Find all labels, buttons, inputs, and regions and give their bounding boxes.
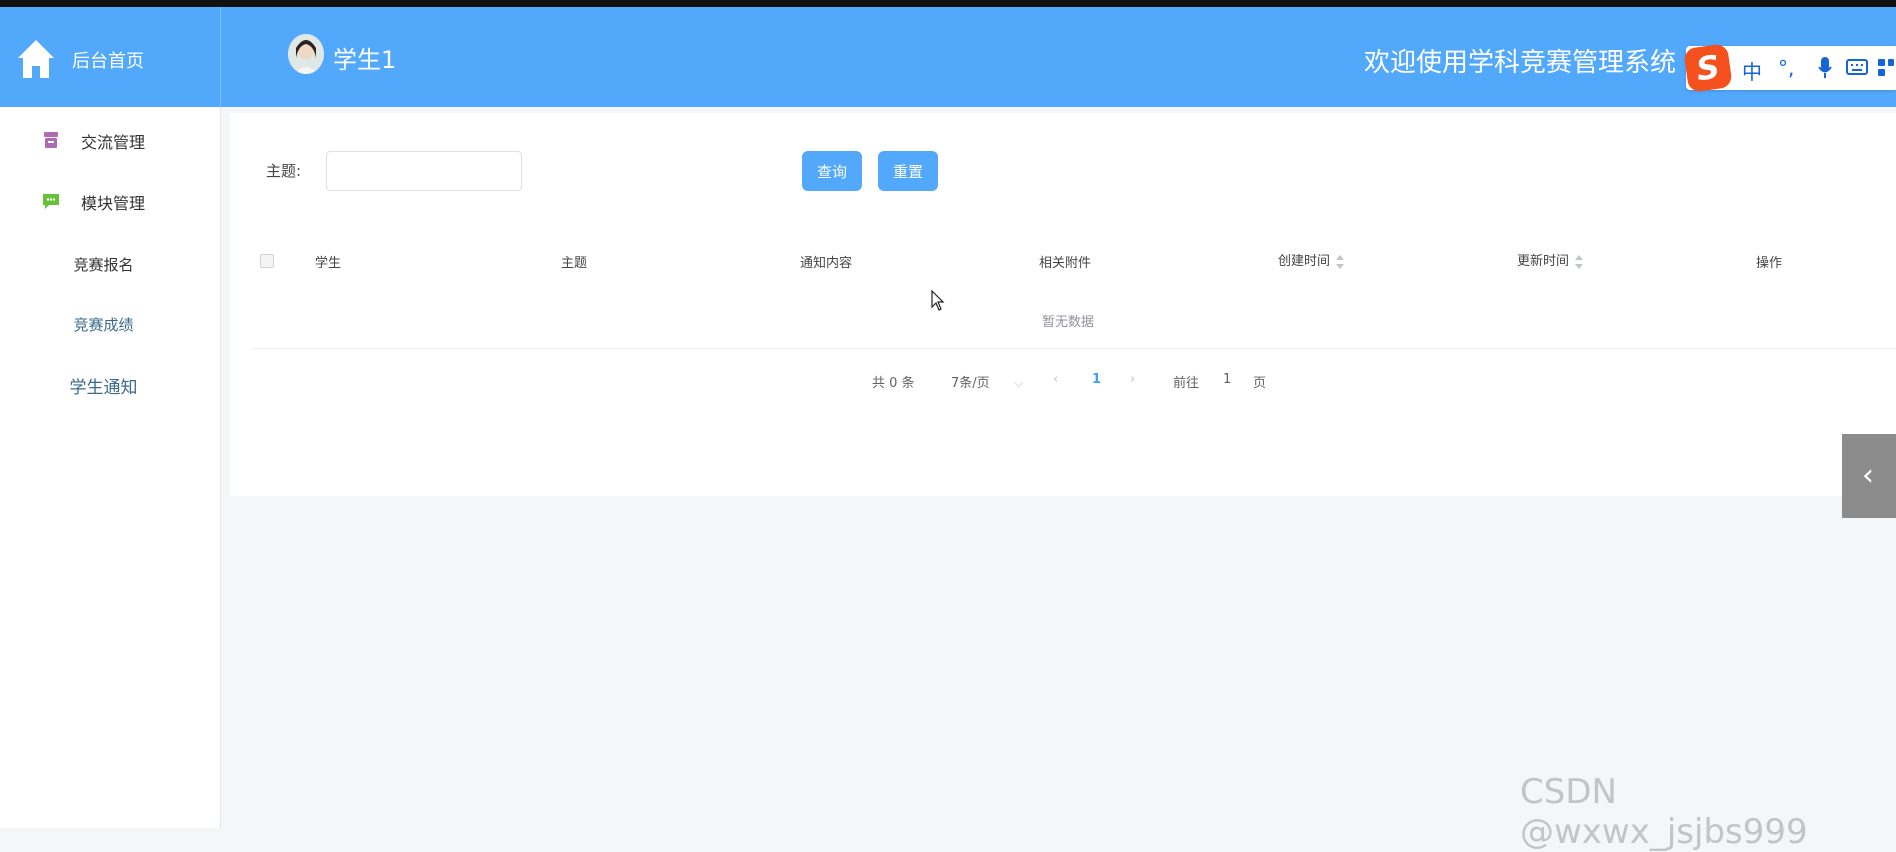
sidebar-subitem-notifications[interactable]: 学生通知	[0, 373, 207, 398]
page-size-value: 7条/页	[951, 376, 990, 391]
keyboard-icon[interactable]	[1846, 59, 1868, 75]
home-label: 后台首页	[72, 51, 144, 72]
chevron-down-icon: ⌵	[1013, 376, 1024, 391]
topic-search-input[interactable]	[326, 151, 522, 191]
pagination-total: 共 0 条	[872, 376, 915, 391]
query-button[interactable]: 查询	[802, 151, 862, 191]
ime-chinese-mode[interactable]: 中	[1742, 56, 1762, 85]
ime-punctuation[interactable]: °,	[1778, 56, 1794, 80]
filter-topic-label: 主题:	[266, 162, 302, 180]
sogou-logo-icon: S	[1683, 43, 1733, 93]
prev-page-icon[interactable]: ‹	[1053, 372, 1058, 387]
home-link[interactable]: 后台首页	[0, 7, 221, 107]
welcome-title: 欢迎使用学科竞赛管理系统	[1364, 48, 1677, 78]
table-divider	[252, 348, 1896, 349]
microphone-icon[interactable]	[1818, 57, 1832, 79]
empty-table-text: 暂无数据	[1042, 315, 1095, 330]
sidebar-item-communication[interactable]: 交流管理	[0, 117, 221, 161]
chevron-left-icon[interactable]: ‹	[1862, 458, 1874, 493]
mouse-cursor-icon	[931, 290, 945, 311]
user-avatar[interactable]	[288, 34, 324, 74]
column-header-attachments: 相关附件	[1039, 256, 1092, 271]
column-header-updated[interactable]: 更新时间	[1517, 250, 1584, 269]
column-header-created[interactable]: 创建时间	[1278, 250, 1345, 269]
column-header-actions: 操作	[1756, 256, 1783, 271]
archive-icon	[44, 132, 58, 148]
reset-button[interactable]: 重置	[878, 151, 938, 191]
ime-toolbar[interactable]: S 中 °,	[1683, 43, 1896, 93]
window-top-strip	[0, 0, 1896, 7]
select-all-checkbox[interactable]	[260, 254, 274, 268]
column-header-updated-label: 更新时间	[1517, 254, 1570, 269]
current-page-number[interactable]: 1	[1092, 372, 1101, 387]
sidebar-item-label: 交流管理	[81, 133, 146, 152]
goto-page-input[interactable]: 1	[1223, 372, 1231, 387]
user-name: 学生1	[333, 46, 397, 74]
sidebar-subitem-registration[interactable]: 竞赛报名	[0, 254, 207, 275]
page-suffix-label: 页	[1253, 376, 1267, 391]
sort-caret-icon[interactable]	[1336, 254, 1345, 269]
sidebar-item-label: 模块管理	[81, 194, 146, 213]
column-header-content: 通知内容	[800, 256, 853, 271]
column-header-topic: 主题	[561, 256, 588, 271]
goto-label: 前往	[1173, 376, 1200, 391]
chat-icon	[43, 194, 59, 209]
home-icon	[18, 40, 54, 78]
sort-caret-icon[interactable]	[1575, 254, 1584, 269]
sidebar-subitem-results[interactable]: 竞赛成绩	[0, 314, 207, 335]
next-page-icon[interactable]: ›	[1130, 372, 1135, 387]
column-header-student: 学生	[315, 256, 342, 271]
column-header-created-label: 创建时间	[1278, 254, 1331, 269]
avatar-image	[288, 34, 324, 74]
page-size-select[interactable]: 7条/页 ⌵	[951, 372, 1024, 391]
sidebar: 交流管理 模块管理 竞赛报名 竞赛成绩 学生通知	[0, 107, 221, 828]
ime-menu-icon[interactable]	[1878, 59, 1894, 77]
sidebar-item-modules[interactable]: 模块管理	[0, 178, 221, 222]
watermark-text: CSDN @wxwx_jsjbs999	[1520, 772, 1808, 852]
